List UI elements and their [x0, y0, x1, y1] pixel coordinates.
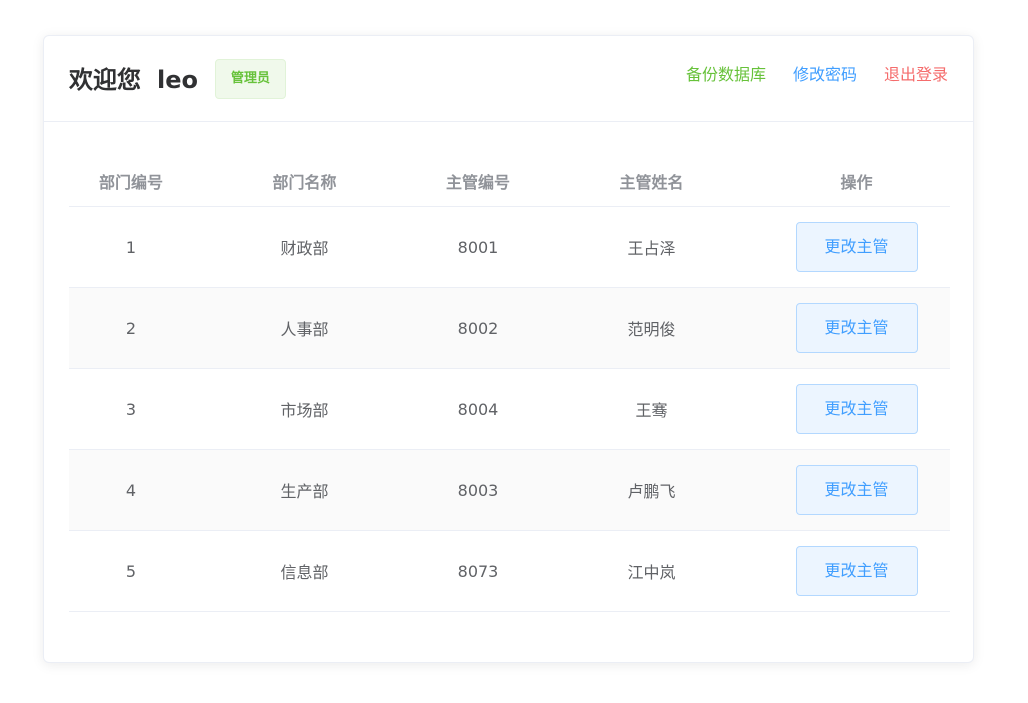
manager-name-cell: 王占泽 [627, 239, 676, 258]
manager-id-cell: 8073 [457, 561, 499, 581]
dept-id-cell: 2 [125, 318, 137, 338]
manager-name-cell: 王骞 [635, 401, 668, 420]
dept-name-cell: 人事部 [280, 320, 329, 339]
dept-name-cell: 信息部 [280, 563, 329, 582]
role-badge: 管理员 [215, 59, 286, 99]
manager-name-cell: 范明俊 [627, 320, 676, 339]
dept-id-cell: 3 [125, 399, 137, 419]
change-manager-button[interactable]: 更改主管 [795, 303, 918, 353]
welcome-text: 欢迎您 [69, 66, 141, 94]
column-header-dept-id: 部门编号 [98, 173, 163, 192]
action-cell: 更改主管 [763, 222, 950, 272]
table-row: 5 信息部 8073 江中岚 更改主管 [69, 531, 950, 612]
manager-id-cell: 8004 [457, 399, 499, 419]
manager-id-cell: 8002 [457, 318, 499, 338]
header-links: 备份数据库 修改密码 退出登录 [686, 61, 948, 85]
action-cell: 更改主管 [763, 384, 950, 434]
action-cell: 更改主管 [763, 303, 950, 353]
dept-name-cell: 生产部 [280, 482, 329, 501]
table-row: 1 财政部 8001 王占泽 更改主管 [69, 207, 950, 288]
action-cell: 更改主管 [763, 546, 950, 596]
username: leo [157, 66, 198, 94]
department-table: 部门编号 部门名称 主管编号 主管姓名 操作 1 财政部 8001 王占泽 更改… [69, 156, 950, 612]
dept-name-cell: 财政部 [280, 239, 329, 258]
card-header: 欢迎您 leo 管理员 备份数据库 修改密码 退出登录 [44, 36, 973, 122]
change-manager-button[interactable]: 更改主管 [795, 384, 918, 434]
column-header-action: 操作 [840, 173, 873, 192]
manager-id-cell: 8001 [457, 237, 499, 257]
logout-link[interactable]: 退出登录 [884, 61, 948, 85]
welcome-heading: 欢迎您 leo [69, 60, 198, 95]
column-header-manager-id: 主管编号 [445, 173, 510, 192]
dept-id-cell: 1 [125, 237, 137, 257]
table-row: 4 生产部 8003 卢鹏飞 更改主管 [69, 450, 950, 531]
manager-id-cell: 8003 [457, 480, 499, 500]
column-header-dept-name: 部门名称 [272, 173, 337, 192]
action-cell: 更改主管 [763, 465, 950, 515]
manager-name-cell: 江中岚 [627, 563, 676, 582]
table-row: 2 人事部 8002 范明俊 更改主管 [69, 288, 950, 369]
dept-id-cell: 5 [125, 561, 137, 581]
table-header: 部门编号 部门名称 主管编号 主管姓名 操作 [69, 156, 950, 207]
dept-name-cell: 市场部 [280, 401, 329, 420]
dept-id-cell: 4 [125, 480, 137, 500]
column-header-manager-name: 主管姓名 [619, 173, 684, 192]
change-manager-button[interactable]: 更改主管 [795, 465, 918, 515]
change-manager-button[interactable]: 更改主管 [795, 546, 918, 596]
manager-name-cell: 卢鹏飞 [627, 482, 676, 501]
change-password-link[interactable]: 修改密码 [793, 61, 857, 85]
backup-database-link[interactable]: 备份数据库 [686, 61, 766, 85]
table-row: 3 市场部 8004 王骞 更改主管 [69, 369, 950, 450]
admin-card: 欢迎您 leo 管理员 备份数据库 修改密码 退出登录 部门编号 部门名称 主管编… [43, 35, 974, 663]
change-manager-button[interactable]: 更改主管 [795, 222, 918, 272]
